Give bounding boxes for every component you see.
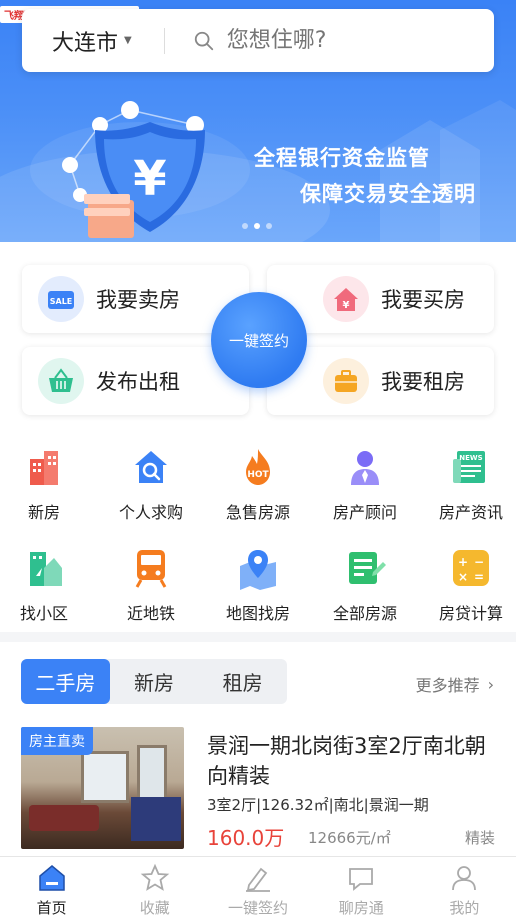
- pagination-dot: [242, 223, 248, 229]
- city-label: 大连市: [52, 30, 119, 56]
- svg-text:=: =: [474, 570, 484, 584]
- city-selector[interactable]: 大连市 ▼: [52, 25, 132, 57]
- banner[interactable]: 飞翔下载 www.FXXZ.com ¥ 大连市 ▼ 全程银行: [0, 0, 516, 242]
- search-divider: [163, 27, 165, 54]
- banner-slogan-line2: 保障交易安全透明: [300, 182, 476, 206]
- community-icon: [30, 552, 62, 586]
- grid-item-all-listings[interactable]: 全部房源: [315, 546, 415, 624]
- chat-icon: [349, 868, 374, 891]
- tab-second-hand[interactable]: 二手房: [21, 659, 110, 704]
- grid-label: 全部房源: [332, 604, 397, 623]
- grid-label: 急售房源: [225, 503, 290, 522]
- banner-pagination: [242, 223, 272, 229]
- listing-item[interactable]: 房主直卖 景润一期北岗街3室2厅南北朝向精装 3室2厅|126.32㎡|南北|景…: [21, 727, 495, 850]
- tab-rent[interactable]: 租房: [198, 659, 287, 704]
- svg-text:+: +: [458, 555, 468, 569]
- news-icon: NEWS: [453, 451, 485, 483]
- banner-slogan-line1: 全程银行资金监管: [254, 146, 430, 170]
- hot-fire-icon: HOT: [246, 449, 270, 485]
- publish-rent-label: 发布出租: [96, 370, 180, 394]
- nav-label: 一键签约: [228, 899, 289, 917]
- grid-label: 近地铁: [126, 604, 175, 623]
- grid-label: 房产顾问: [332, 503, 397, 522]
- svg-text:¥: ¥: [133, 151, 166, 207]
- listing-price: 160.0万: [207, 826, 285, 850]
- buy-house-label: 我要买房: [381, 288, 465, 312]
- listing-tag: 精装: [464, 829, 495, 847]
- nav-favorites[interactable]: 收藏: [103, 857, 206, 922]
- grid-item-near-subway[interactable]: 近地铁: [101, 546, 201, 624]
- search-icon: [194, 31, 213, 50]
- grid-item-urgent-sale[interactable]: HOT 急售房源: [208, 445, 308, 523]
- photo-cabinet: [131, 797, 181, 841]
- grid-item-personal-purchase[interactable]: 个人求购: [101, 445, 201, 523]
- grid-item-map-search[interactable]: 地图找房: [208, 546, 308, 624]
- grid-label: 房贷计算: [438, 604, 503, 623]
- listing-unit-price: 12666元/㎡: [308, 829, 391, 847]
- grid-label: 地图找房: [225, 604, 290, 623]
- basket-icon: [38, 358, 84, 404]
- svg-text:×: ×: [458, 570, 468, 584]
- tab-new-house[interactable]: 新房: [110, 659, 199, 704]
- nav-home[interactable]: 首页: [0, 857, 103, 922]
- pen-sign-icon: [246, 867, 270, 892]
- home-icon: [38, 865, 65, 891]
- grid-item-consultant[interactable]: 房产顾问: [315, 445, 415, 523]
- more-recommendations-link[interactable]: 更多推荐 ›: [416, 672, 494, 696]
- nav-sign[interactable]: 一键签约: [206, 857, 309, 922]
- grid-label: 找小区: [19, 604, 68, 623]
- section-separator: [0, 632, 516, 642]
- photo-sofa: [29, 805, 99, 831]
- more-label: 更多推荐: [415, 676, 480, 695]
- search-bar[interactable]: 大连市 ▼: [22, 9, 494, 72]
- grid-label: 个人求购: [118, 503, 183, 522]
- list-edit-icon: [349, 552, 386, 584]
- building-icon: [30, 451, 58, 485]
- grid-item-community[interactable]: 找小区: [0, 546, 94, 624]
- nav-label: 我的: [449, 899, 480, 917]
- svg-text:HOT: HOT: [247, 470, 269, 480]
- svg-text:−: −: [474, 555, 484, 569]
- grid-item-news[interactable]: NEWS 房产资讯: [421, 445, 516, 523]
- rent-house-label: 我要租房: [381, 370, 465, 394]
- nav-label: 首页: [36, 899, 67, 917]
- photo-window: [81, 751, 129, 803]
- grid-label: 新房: [27, 503, 60, 522]
- consultant-icon: [351, 451, 379, 485]
- map-pin-icon: [240, 550, 276, 590]
- grid-item-new-house[interactable]: 新房: [0, 445, 94, 523]
- owner-direct-badge: 房主直卖: [21, 727, 93, 755]
- search-input[interactable]: [226, 28, 447, 53]
- svg-text:NEWS: NEWS: [459, 454, 482, 462]
- pagination-dot: [266, 223, 272, 229]
- nav-chat[interactable]: 聊房通: [310, 857, 413, 922]
- house-search-icon: [135, 451, 167, 483]
- listing-meta: 3室2厅|126.32㎡|南北|景润一期: [207, 796, 429, 814]
- grid-item-loan-calculator[interactable]: + − × = 房贷计算: [421, 546, 516, 624]
- pagination-dot-active: [254, 223, 260, 229]
- listing-tabs: 二手房 新房 租房: [21, 659, 287, 704]
- suitcase-icon: [323, 358, 369, 404]
- nav-label: 聊房通: [338, 899, 384, 917]
- svg-text:¥: ¥: [343, 300, 350, 311]
- star-icon: [140, 863, 170, 891]
- listing-title: 景润一期北岗街3室2厅南北朝向精装: [207, 734, 486, 788]
- nav-label: 收藏: [139, 899, 170, 917]
- calculator-icon: + − × =: [453, 550, 489, 586]
- user-icon: [452, 866, 477, 891]
- listing-photo: 房主直卖: [21, 727, 184, 849]
- caret-down-icon: ▼: [124, 35, 132, 46]
- sale-tag-icon: SALE: [38, 276, 84, 322]
- one-click-sign-button[interactable]: 一键签约: [211, 292, 307, 388]
- nav-profile[interactable]: 我的: [413, 857, 516, 922]
- sell-house-label: 我要卖房: [96, 288, 180, 312]
- svg-text:SALE: SALE: [50, 297, 73, 306]
- grid-label: 房产资讯: [438, 503, 503, 522]
- bottom-nav: 首页 收藏 一键签约 聊房通 我的: [0, 856, 516, 922]
- house-yuan-icon: ¥: [323, 276, 369, 322]
- subway-icon: [135, 550, 167, 588]
- chevron-right-icon: ›: [487, 674, 494, 694]
